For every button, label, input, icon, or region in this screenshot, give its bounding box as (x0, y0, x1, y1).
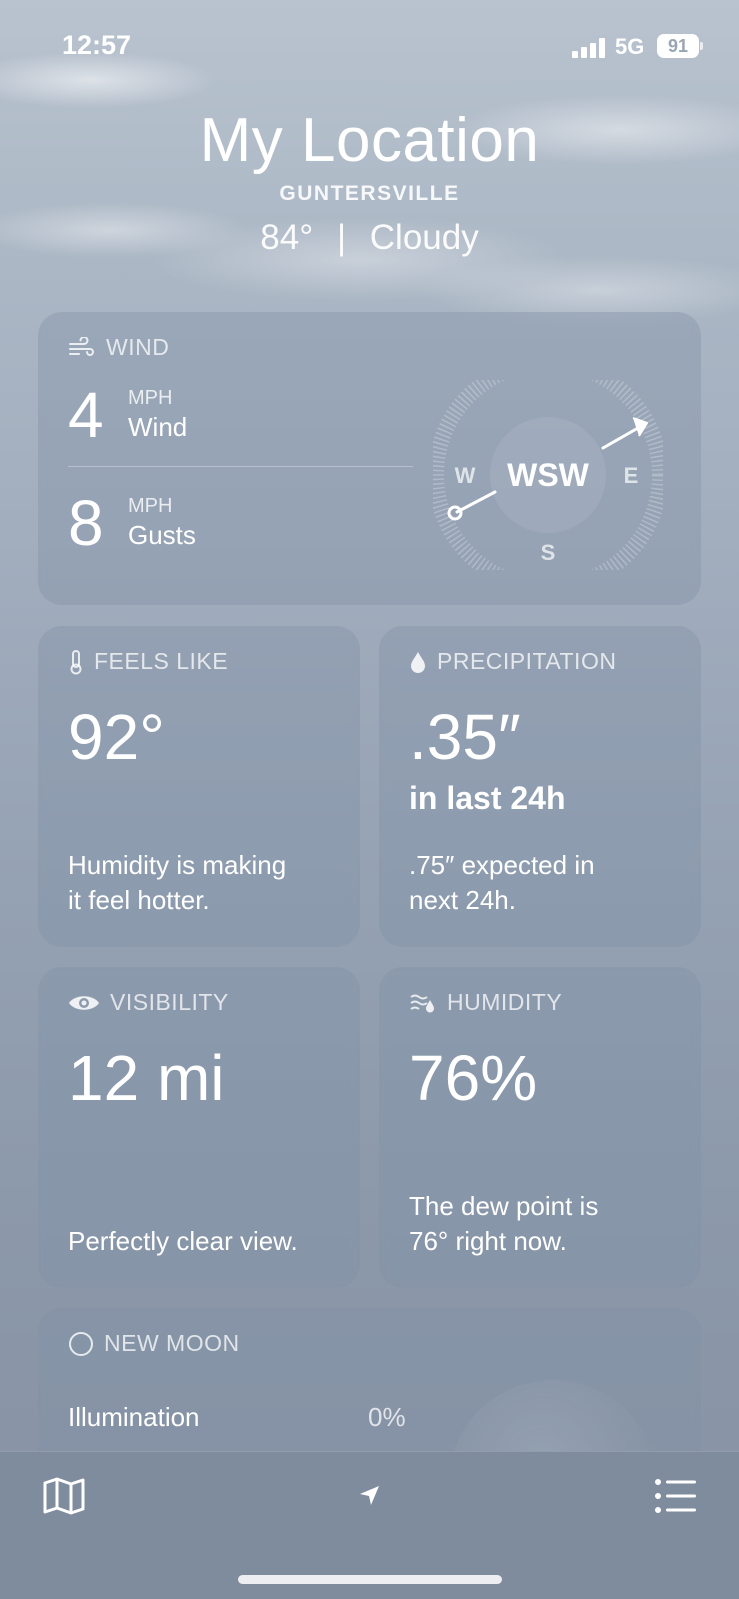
precipitation-desc-line2: next 24h. (409, 885, 516, 915)
precipitation-desc-line1: .75″ expected in (409, 850, 595, 880)
humidity-value: 76% (409, 1042, 538, 1114)
precipitation-header: PRECIPITATION (409, 648, 616, 675)
visibility-value: 12 mi (68, 1042, 225, 1114)
illumination-value: 0% (368, 1402, 406, 1432)
precipitation-value: .35″ (409, 701, 521, 773)
compass-s-label: S (541, 540, 556, 565)
humidity-card[interactable]: HUMIDITY 76% The dew point is 76° right … (379, 967, 701, 1288)
moon-icon (69, 1331, 93, 1356)
signal-icon (572, 38, 606, 58)
humidity-desc-line2: 76° right now. (409, 1226, 567, 1256)
wind-speed-labels: MPH Wind (128, 387, 187, 443)
visibility-card[interactable]: VISIBILITY 12 mi Perfectly clear view. (38, 967, 360, 1288)
wind-direction-label: WSW (507, 457, 590, 493)
status-time: 12:57 (62, 30, 132, 60)
wind-card[interactable]: WIND 4 MPH Wind 8 MPH Gusts W E S WSW (38, 312, 701, 605)
wind-title: WIND (106, 334, 170, 360)
wind-gust-unit: MPH (128, 495, 173, 517)
wind-speed-value: 4 (68, 379, 104, 451)
feels-like-desc-line1: Humidity is making (68, 850, 287, 880)
compass-w-label: W (455, 463, 476, 488)
humidity-description: The dew point is 76° right now. (409, 1189, 598, 1259)
wind-compass: W E S WSW (433, 380, 663, 570)
current-conditions: 84° | Cloudy (0, 218, 739, 258)
location-city: GUNTERSVILLE (279, 182, 460, 205)
precipitation-period: in last 24h (409, 780, 566, 816)
feels-like-title: FEELS LIKE (94, 648, 229, 674)
wind-gust-value: 8 (68, 487, 104, 559)
current-temp: 84° (260, 218, 314, 257)
humidity-title: HUMIDITY (447, 989, 563, 1015)
feels-like-card[interactable]: FEELS LIKE 92° Humidity is making it fee… (38, 626, 360, 947)
location-header: My Location GUNTERSVILLE 84° | Cloudy (0, 105, 739, 258)
moon-title: NEW MOON (104, 1330, 240, 1356)
eye-icon (69, 995, 99, 1010)
list-icon[interactable] (654, 1478, 698, 1514)
wind-gust-labels: MPH Gusts (128, 495, 196, 551)
wind-icon (69, 336, 94, 356)
home-indicator[interactable] (238, 1575, 502, 1584)
precipitation-card[interactable]: PRECIPITATION .35″ in last 24h .75″ expe… (379, 626, 701, 947)
status-bar: 12:57 5G 91 (0, 0, 739, 90)
map-icon[interactable] (42, 1476, 86, 1516)
visibility-description: Perfectly clear view. (68, 1226, 298, 1256)
feels-like-header: FEELS LIKE (68, 648, 228, 675)
battery-icon: 91 (657, 34, 699, 58)
conditions-separator: | (336, 218, 347, 257)
wind-speed-row: 4 MPH Wind (68, 378, 187, 452)
location-title: My Location (199, 106, 540, 175)
wind-speed-label: Wind (128, 412, 188, 442)
wind-speed-unit: MPH (128, 387, 173, 409)
feels-like-desc-line2: it feel hotter. (68, 885, 210, 915)
humidity-desc-line1: The dew point is (409, 1191, 599, 1221)
droplet-icon (411, 651, 425, 673)
illumination-label: Illumination (68, 1402, 200, 1432)
feels-like-value: 92° (68, 701, 165, 773)
wind-divider (68, 466, 413, 467)
thermometer-icon (70, 649, 82, 674)
feels-like-description: Humidity is making it feel hotter. (68, 848, 286, 918)
moon-header: NEW MOON (68, 1330, 240, 1357)
compass-e-label: E (624, 463, 639, 488)
wind-gust-label: Gusts (128, 520, 196, 550)
precipitation-title: PRECIPITATION (437, 648, 617, 674)
visibility-header: VISIBILITY (68, 989, 229, 1016)
location-arrow-icon[interactable] (358, 1484, 382, 1508)
wind-card-header: WIND (68, 334, 169, 361)
visibility-title: VISIBILITY (110, 989, 229, 1015)
humidity-icon (410, 994, 434, 1012)
battery-tip (700, 42, 703, 50)
wind-gust-row: 8 MPH Gusts (68, 486, 196, 560)
network-label: 5G (615, 34, 645, 59)
precipitation-description: .75″ expected in next 24h. (409, 848, 595, 918)
current-condition: Cloudy (369, 218, 479, 257)
humidity-header: HUMIDITY (409, 989, 562, 1016)
